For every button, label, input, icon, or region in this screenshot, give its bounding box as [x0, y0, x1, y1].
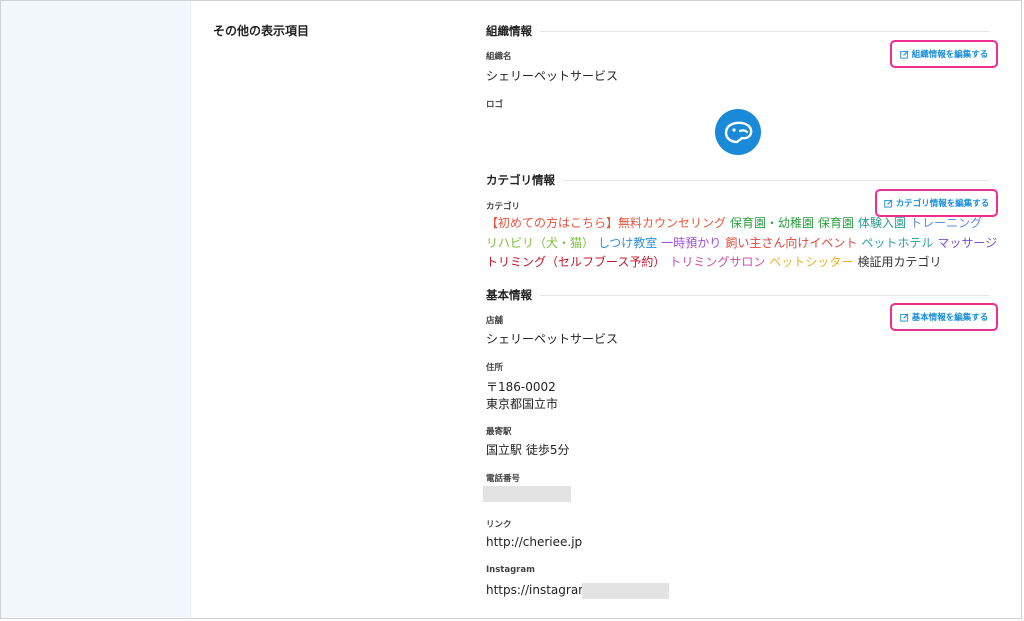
- section-title-other-items: その他の表示項目: [213, 24, 310, 38]
- edit-icon: [884, 199, 893, 208]
- category-section-heading: カテゴリ情報: [486, 172, 989, 188]
- category-tag: 保育園: [818, 216, 855, 230]
- edit-category-label: カテゴリ情報を編集する: [895, 199, 990, 209]
- instagram-value[interactable]: https://instagram/: [486, 583, 594, 597]
- category-line-1: 【初めての方はこちら】無料カウンセリング 保育園・幼稚園 保育園 体験入園 トレーニング: [486, 214, 986, 231]
- org-section-heading: 組織情報: [486, 23, 989, 39]
- category-tag: 【初めての方はこちら】無料カウンセリング: [486, 216, 727, 230]
- category-tag: ペットシッター: [769, 255, 854, 269]
- link-label: リンク: [486, 520, 512, 530]
- basic-section-heading: 基本情報: [486, 287, 989, 303]
- postal-code: 〒186-0002: [486, 380, 556, 394]
- org-name-value: シェリーペットサービス: [486, 69, 619, 83]
- edit-basic-button[interactable]: 基本情報を編集する: [890, 303, 998, 331]
- edit-icon: [900, 50, 909, 59]
- edit-org-label: 組織情報を編集する: [911, 50, 989, 60]
- category-heading-text: カテゴリ情報: [486, 172, 563, 188]
- category-tag: トリミングサロン: [669, 255, 766, 269]
- category-tag: ペットホテル: [861, 236, 934, 250]
- category-tag: トリミング（セルフブース予約）: [486, 255, 666, 269]
- station-label: 最寄駅: [486, 427, 512, 437]
- org-heading-text: 組織情報: [486, 23, 540, 39]
- edit-icon: [900, 313, 909, 322]
- main-content: その他の表示項目 組織情報 組織名 シェリーペットサービス 組織情報を編集する …: [191, 1, 1022, 619]
- instagram-label: Instagram: [486, 565, 535, 575]
- category-line-2: リハビリ（犬・猫） しつけ教室 一時預かり 飼い主さん向けイベント ペットホテル マッサー…: [486, 234, 1001, 251]
- category-tag: 一時預かり: [661, 236, 722, 250]
- phone-redacted: [483, 486, 571, 502]
- sidebar: [1, 1, 191, 618]
- divider: [486, 295, 989, 296]
- edit-basic-label: 基本情報を編集する: [911, 313, 989, 323]
- category-tag: 体験入園: [858, 216, 907, 230]
- org-name-label: 組織名: [486, 52, 512, 62]
- edit-org-button[interactable]: 組織情報を編集する: [890, 40, 998, 68]
- phone-label: 電話番号: [486, 474, 521, 484]
- edit-category-button[interactable]: カテゴリ情報を編集する: [875, 189, 998, 217]
- category-tag: トレーニング: [910, 216, 983, 230]
- address-value: 東京都国立市: [486, 397, 559, 411]
- address-label: 住所: [486, 363, 504, 373]
- category-tag: 検証用カテゴリ: [857, 255, 942, 269]
- station-value: 国立駅 徒歩5分: [486, 443, 570, 457]
- link-value[interactable]: http://cheriee.jp: [486, 535, 582, 549]
- category-tag: リハビリ（犬・猫）: [486, 236, 595, 250]
- logo-label: ロゴ: [486, 100, 504, 110]
- category-label: カテゴリ: [486, 202, 521, 212]
- category-tag: 飼い主さん向けイベント: [725, 236, 858, 250]
- basic-heading-text: 基本情報: [486, 287, 540, 303]
- store-label: 店舗: [486, 316, 504, 326]
- category-tag: マッサージ: [937, 236, 998, 250]
- category-line-3: トリミング（セルフブース予約） トリミングサロン ペットシッター 検証用カテゴリ: [486, 253, 945, 270]
- category-tag: 保育園・幼稚園: [730, 216, 815, 230]
- instagram-redacted: [582, 583, 669, 599]
- store-value: シェリーペットサービス: [486, 332, 619, 346]
- category-tag: しつけ教室: [598, 236, 658, 250]
- divider: [486, 31, 989, 32]
- dog-logo-icon: [715, 109, 761, 155]
